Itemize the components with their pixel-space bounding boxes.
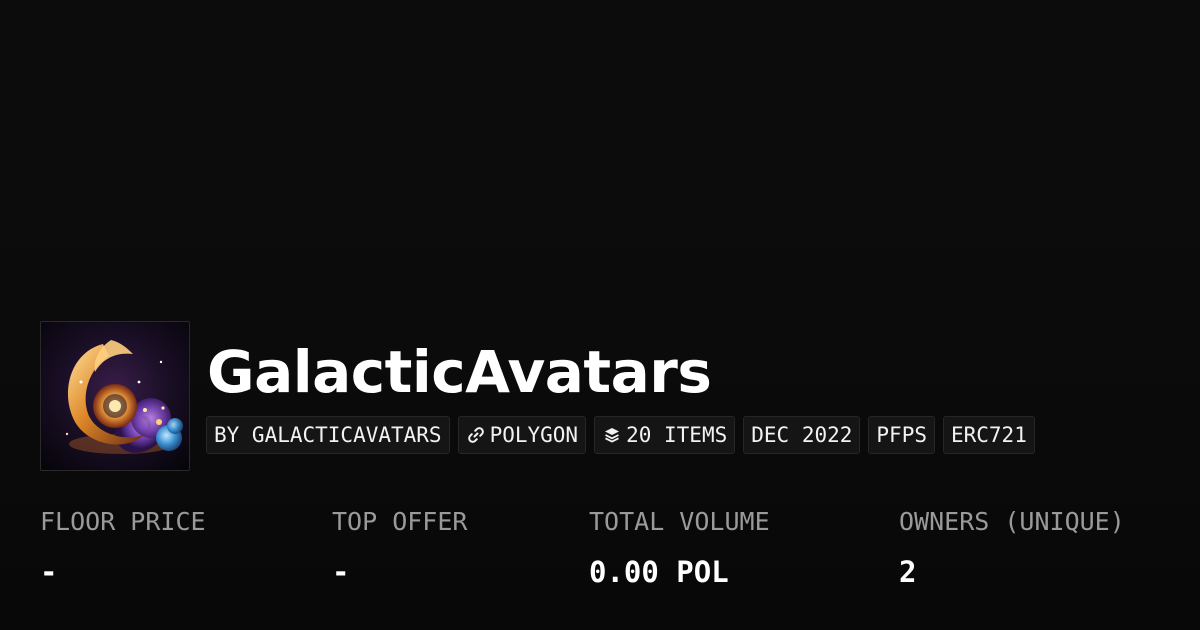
created-date-tag[interactable]: DEC 2022 — [743, 416, 861, 454]
tag-list: BY GALACTICAVATARS POLYGON 20 ITEMS DEC … — [206, 416, 1035, 454]
items-count-tag-label: 20 ITEMS — [626, 423, 728, 447]
total-volume-value: 0.00 POL — [589, 555, 729, 589]
link-icon — [466, 425, 486, 445]
token-standard-tag-label: ERC721 — [950, 423, 1027, 447]
chain-tag[interactable]: POLYGON — [457, 416, 587, 454]
top-offer-label: TOP OFFER — [332, 507, 468, 536]
top-offer-value: - — [332, 555, 350, 589]
collection-avatar — [40, 321, 190, 471]
token-standard-tag[interactable]: ERC721 — [942, 416, 1035, 454]
creator-tag[interactable]: BY GALACTICAVATARS — [206, 416, 450, 454]
category-tag-label: PFPS — [876, 423, 927, 447]
floor-price-stat: FLOOR PRICE - — [40, 504, 206, 592]
top-offer-stat: TOP OFFER - — [332, 504, 467, 592]
collection-title: GalacticAvatars — [207, 338, 712, 406]
floor-price-label: FLOOR PRICE — [40, 507, 206, 536]
creator-tag-label: BY GALACTICAVATARS — [214, 423, 442, 447]
total-volume-stat: TOTAL VOLUME 0.00 POL — [589, 504, 770, 592]
owners-label: OWNERS (UNIQUE) — [899, 507, 1125, 536]
total-volume-label: TOTAL VOLUME — [589, 507, 770, 536]
chain-tag-label: POLYGON — [489, 423, 579, 447]
created-date-tag-label: DEC 2022 — [751, 423, 853, 447]
galaxy-swirl-icon — [41, 322, 189, 470]
layers-icon — [602, 425, 622, 445]
category-tag[interactable]: PFPS — [868, 416, 935, 454]
owners-stat: OWNERS (UNIQUE) 2 — [899, 504, 1125, 592]
owners-value: 2 — [899, 555, 917, 589]
items-count-tag[interactable]: 20 ITEMS — [594, 416, 736, 454]
floor-price-value: - — [40, 555, 58, 589]
